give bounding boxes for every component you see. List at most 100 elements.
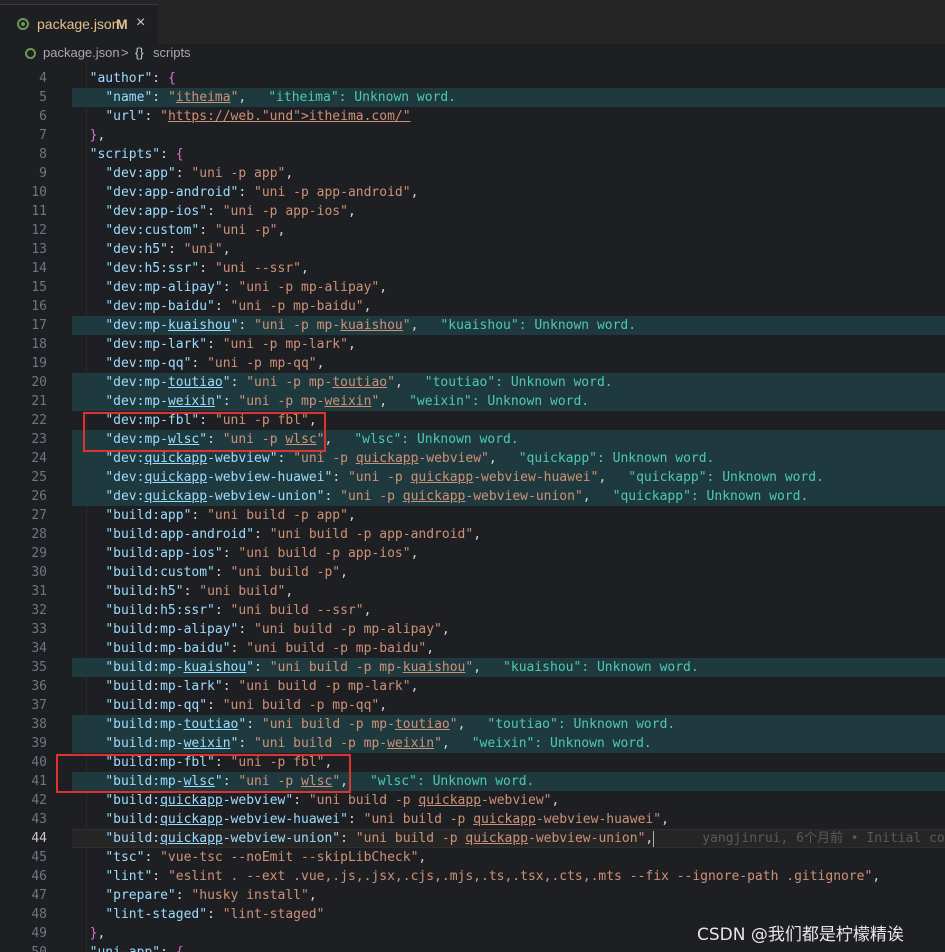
line-number: 23 xyxy=(31,432,47,447)
code-line[interactable]: 17 "dev:mp-kuaishou": "uni -p mp-kuaisho… xyxy=(0,316,945,335)
code-line[interactable]: 9 "dev:app": "uni -p app", xyxy=(0,164,945,183)
code-line[interactable]: 45 "tsc": "vue-tsc --noEmit --skipLibChe… xyxy=(0,848,945,867)
line-number: 22 xyxy=(31,413,47,428)
code-text: "dev:app-ios": "uni -p app-ios", xyxy=(105,204,356,219)
code-text: "author": { xyxy=(89,71,176,86)
watermark: CSDN @我们都是柠檬精诶 xyxy=(697,925,904,945)
code-line[interactable]: 6 "url": "https://web."und">itheima.com/… xyxy=(0,107,945,126)
code-line[interactable]: 43 "build:quickapp-webview-huawei": "uni… xyxy=(0,810,945,829)
code-line[interactable]: 33 "build:mp-alipay": "uni build -p mp-a… xyxy=(0,620,945,639)
code-text: "uni-app": { xyxy=(74,943,184,952)
breadcrumb-file[interactable]: package.json xyxy=(43,45,120,60)
code-line[interactable]: 46 "lint": "eslint . --ext .vue,.js,.jsx… xyxy=(0,867,945,886)
diagnostic-message: "itheima": Unknown word. xyxy=(268,90,457,105)
code-line[interactable]: 5 "name": "itheima", "itheima": Unknown w… xyxy=(0,88,945,107)
code-line[interactable]: 11 "dev:app-ios": "uni -p app-ios", xyxy=(0,202,945,221)
line-number: 31 xyxy=(31,584,47,599)
line-number: 9 xyxy=(39,166,47,181)
code-text: "build:custom": "uni build -p", xyxy=(105,565,348,580)
code-line[interactable]: 37 "build:mp-qq": "uni build -p mp-qq", xyxy=(0,696,945,715)
code-line[interactable]: 4 "author": { xyxy=(0,69,945,88)
code-line[interactable]: 20 "dev:mp-toutiao": "uni -p mp-toutiao"… xyxy=(0,373,945,392)
breadcrumb-scripts[interactable]: scripts xyxy=(153,45,191,60)
code-line[interactable]: 16 "dev:mp-baidu": "uni -p mp-baidu", xyxy=(0,297,945,316)
code-line[interactable]: 36 "build:mp-lark": "uni build -p mp-lar… xyxy=(0,677,945,696)
code-line[interactable]: 26 "dev:quickapp-webview-union": "uni -p… xyxy=(0,487,945,506)
code-text: "dev:mp-toutiao": "uni -p mp-toutiao", "t… xyxy=(105,375,613,390)
line-number: 30 xyxy=(31,565,47,580)
code-line[interactable]: 25 "dev:quickapp-webview-huawei": "uni -… xyxy=(0,468,945,487)
code-text: "dev:h5": "uni", xyxy=(105,242,231,257)
code-line[interactable]: 12 "dev:custom": "uni -p", xyxy=(0,221,945,240)
code-line[interactable]: 15 "dev:mp-alipay": "uni -p mp-alipay", xyxy=(0,278,945,297)
line-number: 11 xyxy=(31,204,47,219)
code-line[interactable]: 29 "build:app-ios": "uni build -p app-io… xyxy=(0,544,945,563)
line-number: 7 xyxy=(39,128,47,143)
code-line[interactable]: 14 "dev:h5:ssr": "uni --ssr", xyxy=(0,259,945,278)
nodejs-file-icon xyxy=(25,48,36,59)
diagnostic-message: "quickapp": Unknown word. xyxy=(518,451,715,466)
line-number: 43 xyxy=(31,812,47,827)
code-text: "build:mp-lark": "uni build -p mp-lark", xyxy=(105,679,419,694)
code-line[interactable]: 10 "dev:app-android": "uni -p app-androi… xyxy=(0,183,945,202)
code-line[interactable]: 34 "build:mp-baidu": "uni build -p mp-ba… xyxy=(0,639,945,658)
code-line[interactable]: 35 "build:mp-kuaishou": "uni build -p mp… xyxy=(0,658,945,677)
code-text: "build:mp-kuaishou": "uni build -p mp-ku… xyxy=(105,660,699,675)
code-line[interactable]: 7 }, xyxy=(0,126,945,145)
line-number: 10 xyxy=(31,185,47,200)
diagnostic-message: "wlsc": Unknown word. xyxy=(354,432,519,447)
git-blame-annotation: yangjinrui, 6个月前 • Initial com xyxy=(702,831,945,846)
code-line[interactable]: 19 "dev:mp-qq": "uni -p mp-qq", xyxy=(0,354,945,373)
line-number: 42 xyxy=(31,793,47,808)
line-number: 29 xyxy=(31,546,47,561)
diagnostic-message: "quickapp": Unknown word. xyxy=(612,489,809,504)
code-text: "build:h5": "uni build", xyxy=(105,584,294,599)
line-number: 28 xyxy=(31,527,47,542)
diagnostic-message: "weixin": Unknown word. xyxy=(409,394,590,409)
code-line[interactable]: 42 "build:quickapp-webview": "uni build … xyxy=(0,791,945,810)
code-line[interactable]: 13 "dev:h5": "uni", xyxy=(0,240,945,259)
code-line[interactable]: 30 "build:custom": "uni build -p", xyxy=(0,563,945,582)
line-number: 4 xyxy=(39,71,47,86)
code-line[interactable]: 32 "build:h5:ssr": "uni build --ssr", xyxy=(0,601,945,620)
code-text: "build:mp-qq": "uni build -p mp-qq", xyxy=(105,698,388,713)
tab-package-json[interactable]: package.json M × xyxy=(0,4,158,44)
code-text: "build:h5:ssr": "uni build --ssr", xyxy=(105,603,372,618)
code-editor[interactable]: 4 "author": {5 "name": "itheima", "itheim… xyxy=(0,60,945,952)
code-text: "dev:quickapp-webview-union": "uni -p qu… xyxy=(105,489,809,504)
code-line[interactable]: 21 "dev:mp-weixin": "uni -p mp-weixin", "… xyxy=(0,392,945,411)
line-number: 18 xyxy=(31,337,47,352)
tab-label: package.json xyxy=(37,16,120,32)
code-line[interactable]: 38 "build:mp-toutiao": "uni build -p mp-… xyxy=(0,715,945,734)
code-text: "lint-staged": "lint-staged" xyxy=(105,907,325,922)
line-number: 16 xyxy=(31,299,47,314)
code-line[interactable]: 47 "prepare": "husky install", xyxy=(0,886,945,905)
close-icon[interactable]: × xyxy=(136,14,145,32)
code-text: "lint": "eslint . --ext .vue,.js,.jsx,.c… xyxy=(105,869,881,884)
line-number: 27 xyxy=(31,508,47,523)
code-text: "build:quickapp-webview-union": "uni bui… xyxy=(74,829,945,848)
code-line[interactable]: 28 "build:app-android": "uni build -p ap… xyxy=(0,525,945,544)
code-text: "dev:app-android": "uni -p app-android", xyxy=(105,185,419,200)
code-line[interactable]: 27 "build:app": "uni build -p app", xyxy=(0,506,945,525)
code-text: "dev:mp-alipay": "uni -p mp-alipay", xyxy=(105,280,388,295)
code-line[interactable]: 44 "build:quickapp-webview-union": "uni … xyxy=(0,829,945,848)
code-line[interactable]: 18 "dev:mp-lark": "uni -p mp-lark", xyxy=(0,335,945,354)
code-text: "build:quickapp-webview": "uni build -p … xyxy=(105,793,560,808)
diagnostic-message: "weixin": Unknown word. xyxy=(471,736,652,751)
code-text: "build:mp-weixin": "uni build -p mp-weix… xyxy=(105,736,652,751)
code-text: "dev:mp-lark": "uni -p mp-lark", xyxy=(105,337,356,352)
code-line[interactable]: 8 "scripts": { xyxy=(0,145,945,164)
code-line[interactable]: 39 "build:mp-weixin": "uni build -p mp-w… xyxy=(0,734,945,753)
line-number: 37 xyxy=(31,698,47,713)
code-line[interactable]: 31 "build:h5": "uni build", xyxy=(0,582,945,601)
line-number: 24 xyxy=(31,451,47,466)
line-number: 47 xyxy=(31,888,47,903)
line-number: 46 xyxy=(31,869,47,884)
tab-bar: package.json M × xyxy=(0,0,945,44)
line-number: 39 xyxy=(31,736,47,751)
braces-icon: {} xyxy=(135,45,144,60)
nodejs-file-icon xyxy=(17,18,29,30)
line-number: 12 xyxy=(31,223,47,238)
line-number: 20 xyxy=(31,375,47,390)
